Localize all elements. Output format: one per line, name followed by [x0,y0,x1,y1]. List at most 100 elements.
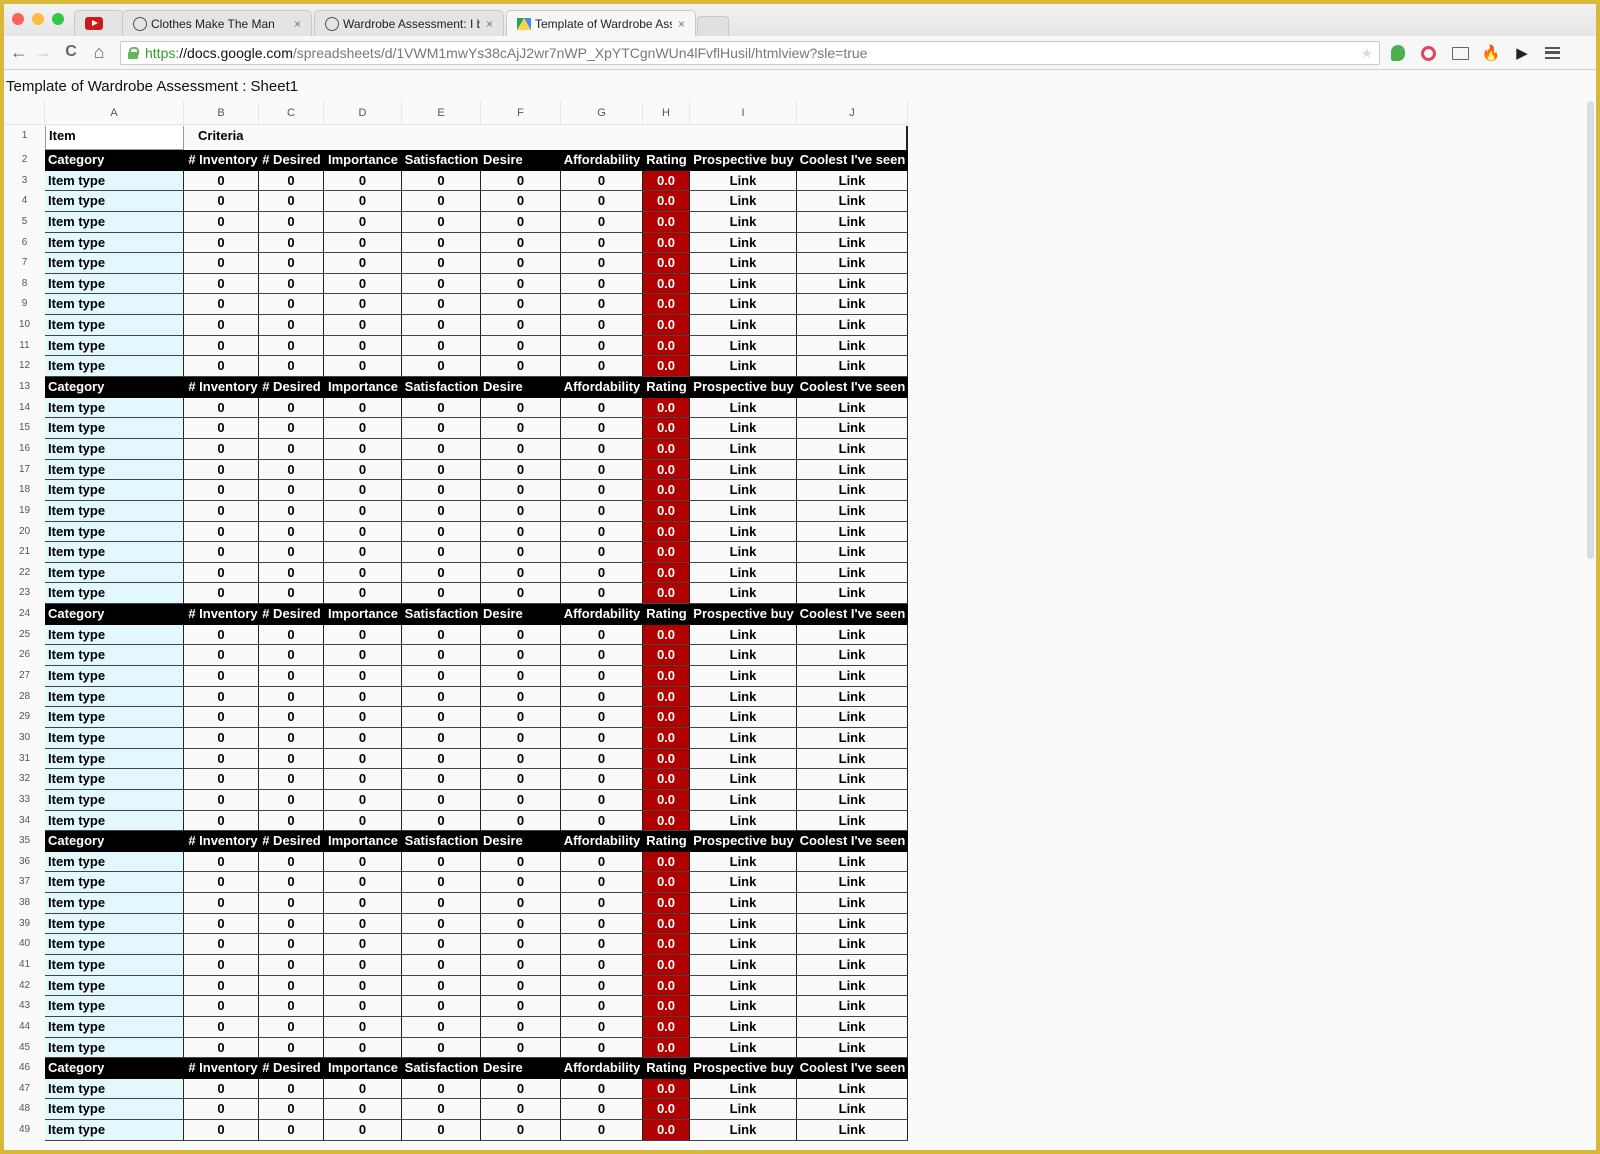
satisfaction-cell[interactable]: 0 [402,748,481,770]
rating-cell[interactable]: 0.0 [643,666,690,687]
inventory-cell[interactable]: 0 [184,480,259,501]
coolest-seen-link[interactable]: Link [797,727,908,749]
row-number[interactable]: 8 [4,274,45,295]
coolest-seen-link[interactable]: Link [797,1120,908,1141]
row-number[interactable]: 9 [4,294,45,315]
prospective-buy-link[interactable]: Link [690,335,797,357]
satisfaction-cell[interactable]: 0 [402,253,481,274]
inventory-cell[interactable]: 0 [184,315,259,336]
rating-cell[interactable]: 0.0 [643,583,690,605]
row-number[interactable]: 25 [4,625,45,646]
coolest-seen-link[interactable]: Link [797,500,908,522]
rating-cell[interactable]: 0.0 [643,975,690,997]
desire-cell[interactable]: 0 [481,356,561,378]
prospective-buy-link[interactable]: Link [690,624,797,646]
importance-cell[interactable]: 0 [324,542,402,563]
header-importance[interactable]: Importance [324,831,402,852]
header-inventory[interactable]: # Inventory [184,831,259,852]
prospective-buy-link[interactable]: Link [690,769,797,790]
header-satisfaction[interactable]: Satisfaction [402,831,481,852]
item-type-cell[interactable]: Item type [45,893,184,914]
rating-cell[interactable]: 0.0 [643,562,690,584]
affordability-cell[interactable]: 0 [561,500,643,522]
affordability-cell[interactable]: 0 [561,356,643,378]
affordability-cell[interactable]: 0 [561,211,643,233]
header-satisfaction[interactable]: Satisfaction [402,377,481,398]
rating-cell[interactable]: 0.0 [643,356,690,378]
prospective-buy-link[interactable]: Link [690,315,797,336]
forward-button[interactable]: → [32,42,54,62]
header-inventory[interactable]: # Inventory [184,1058,259,1079]
row-number[interactable]: 49 [4,1120,45,1141]
inventory-cell[interactable]: 0 [184,934,259,955]
header-coolest-seen[interactable]: Coolest I've seen [797,831,908,852]
importance-cell[interactable]: 0 [324,500,402,522]
prospective-buy-link[interactable]: Link [690,1078,797,1100]
rating-cell[interactable]: 0.0 [643,170,690,192]
affordability-cell[interactable]: 0 [561,954,643,976]
satisfaction-cell[interactable]: 0 [402,500,481,522]
coolest-seen-link[interactable]: Link [797,954,908,976]
row-number[interactable]: 22 [4,563,45,584]
importance-cell[interactable]: 0 [324,1078,402,1100]
desire-cell[interactable]: 0 [481,1099,561,1121]
affordability-cell[interactable]: 0 [561,170,643,192]
minimize-window-button[interactable] [32,13,44,25]
desire-cell[interactable]: 0 [481,686,561,708]
header-desired[interactable]: # Desired [259,1058,324,1079]
close-tab-icon[interactable]: × [294,17,301,31]
desired-cell[interactable]: 0 [259,1016,324,1038]
satisfaction-cell[interactable]: 0 [402,1120,481,1141]
coolest-seen-link[interactable]: Link [797,459,908,481]
rating-cell[interactable]: 0.0 [643,253,690,274]
header-category[interactable]: Category [45,150,184,171]
header-desire[interactable]: Desire [481,150,561,171]
satisfaction-cell[interactable]: 0 [402,397,481,419]
desired-cell[interactable]: 0 [259,500,324,522]
header-category[interactable]: Category [45,1058,184,1079]
affordability-cell[interactable]: 0 [561,789,643,811]
maximize-window-button[interactable] [52,13,64,25]
row-number[interactable]: 11 [4,336,45,357]
rating-cell[interactable]: 0.0 [643,727,690,749]
header-category[interactable]: Category [45,604,184,625]
affordability-cell[interactable]: 0 [561,666,643,687]
inventory-cell[interactable]: 0 [184,707,259,728]
rating-cell[interactable]: 0.0 [643,459,690,481]
coolest-seen-link[interactable]: Link [797,789,908,811]
prospective-buy-link[interactable]: Link [690,500,797,522]
satisfaction-cell[interactable]: 0 [402,686,481,708]
coolest-seen-link[interactable]: Link [797,1037,908,1059]
satisfaction-cell[interactable]: 0 [402,913,481,935]
affordability-cell[interactable]: 0 [561,1099,643,1121]
header-coolest-seen[interactable]: Coolest I've seen [797,150,908,171]
item-type-cell[interactable]: Item type [45,232,184,254]
rating-cell[interactable]: 0.0 [643,273,690,295]
home-button[interactable]: ⌂ [88,42,110,62]
new-tab-button[interactable] [697,16,729,36]
inventory-cell[interactable]: 0 [184,1120,259,1141]
rating-cell[interactable]: 0.0 [643,851,690,873]
row-number[interactable]: 48 [4,1099,45,1120]
desire-cell[interactable]: 0 [481,397,561,419]
affordability-cell[interactable]: 0 [561,459,643,481]
item-type-cell[interactable]: Item type [45,294,184,316]
importance-cell[interactable]: 0 [324,996,402,1017]
affordability-cell[interactable]: 0 [561,1037,643,1059]
desired-cell[interactable]: 0 [259,748,324,770]
desired-cell[interactable]: 0 [259,666,324,687]
desire-cell[interactable]: 0 [481,1037,561,1059]
rating-cell[interactable]: 0.0 [643,1016,690,1038]
inventory-cell[interactable]: 0 [184,893,259,914]
desire-cell[interactable]: 0 [481,872,561,894]
header-prospective-buy[interactable]: Prospective buy [690,1058,797,1079]
coolest-seen-link[interactable]: Link [797,893,908,914]
column-header[interactable]: B [184,101,259,124]
affordability-cell[interactable]: 0 [561,418,643,439]
prospective-buy-link[interactable]: Link [690,851,797,873]
affordability-cell[interactable]: 0 [561,521,643,543]
desired-cell[interactable]: 0 [259,397,324,419]
coolest-seen-link[interactable]: Link [797,232,908,254]
cursor-icon[interactable]: ▶ [1512,43,1532,63]
row-number[interactable]: 32 [4,769,45,790]
